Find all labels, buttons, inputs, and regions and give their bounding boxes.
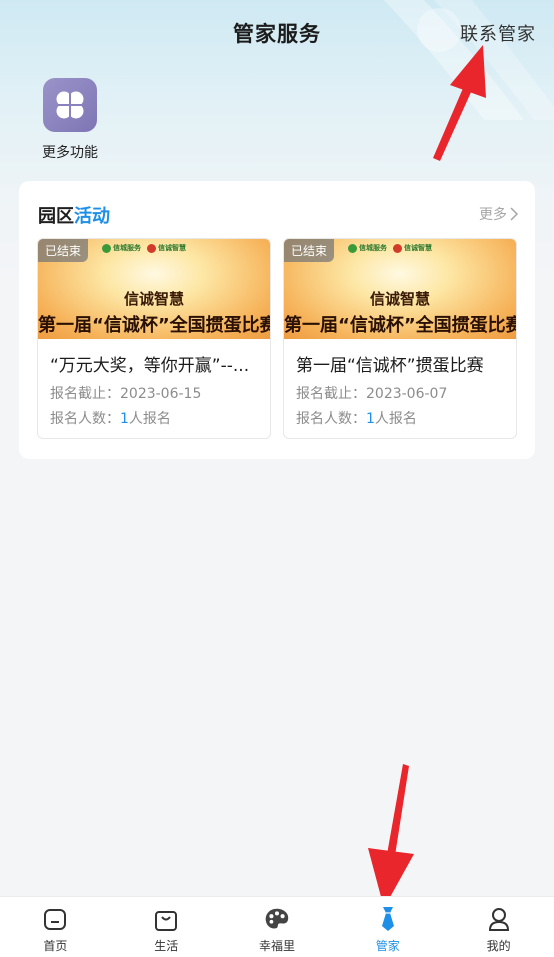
chevron-right-icon bbox=[510, 207, 519, 221]
banner-logos: 信城服务 信诚智慧 bbox=[102, 243, 186, 253]
banner-subtitle: 信诚智慧 bbox=[369, 290, 430, 308]
activity-signup-count: 报名人数：1人报名 bbox=[50, 411, 171, 427]
logo-xincheng-smart: 信诚智慧 bbox=[147, 243, 186, 253]
annotation-arrow-tab bbox=[368, 764, 414, 908]
banner-subtitle: 信诚智慧 bbox=[123, 290, 184, 308]
more-functions-button[interactable]: 更多功能 bbox=[32, 78, 108, 162]
tab-label: 管家 bbox=[375, 939, 400, 953]
user-icon bbox=[486, 906, 512, 932]
status-badge: 已结束 bbox=[38, 239, 89, 262]
clover-icon bbox=[43, 78, 97, 132]
status-badge: 已结束 bbox=[284, 239, 335, 262]
contact-butler-link[interactable]: 联系管家 bbox=[460, 20, 536, 46]
activity-signup-count: 报名人数：1人报名 bbox=[296, 411, 417, 427]
tab-home[interactable]: 首页 bbox=[0, 897, 111, 957]
section-title-prefix: 园区 bbox=[38, 206, 74, 227]
logo-xincheng-smart: 信诚智慧 bbox=[393, 243, 432, 253]
shopping-bag-icon bbox=[153, 906, 179, 932]
tab-label: 幸福里 bbox=[258, 939, 295, 953]
activity-deadline: 报名截止：2023-06-15 bbox=[50, 386, 202, 402]
tab-label: 首页 bbox=[43, 939, 68, 953]
activity-title: “万元大奖，等你开赢”--... bbox=[50, 356, 250, 376]
logo-xincheng-service: 信城服务 bbox=[348, 243, 387, 253]
header: 管家服务 联系管家 bbox=[0, 0, 554, 66]
home-icon bbox=[42, 906, 68, 932]
park-activities-card: 园区活动 更多 已结束 信城服务 信诚智慧 信诚智慧 第一届“信诚杯”全国掼蛋比… bbox=[19, 181, 535, 459]
palette-icon bbox=[264, 906, 290, 932]
activity-banner: 已结束 信城服务 信诚智慧 信诚智慧 第一届“信诚杯”全国掼蛋比赛 bbox=[38, 239, 270, 339]
activity-card-1[interactable]: 已结束 信城服务 信诚智慧 信诚智慧 第一届“信诚杯”全国掼蛋比赛 “万元大奖，… bbox=[37, 238, 271, 439]
more-activities-link[interactable]: 更多 bbox=[479, 204, 519, 224]
banner-title: 第一届“信诚杯”全国掼蛋比赛 bbox=[284, 315, 517, 336]
more-label: 更多 bbox=[479, 207, 507, 223]
tab-label: 生活 bbox=[154, 939, 179, 953]
tab-life[interactable]: 生活 bbox=[111, 897, 222, 957]
tab-mine[interactable]: 我的 bbox=[443, 897, 554, 957]
activity-card-2[interactable]: 已结束 信城服务 信诚智慧 信诚智慧 第一届“信诚杯”全国掼蛋比赛 第一届“信诚… bbox=[283, 238, 517, 439]
banner-title: 第一届“信诚杯”全国掼蛋比赛 bbox=[38, 315, 271, 336]
bottom-tab-bar: 首页 生活 幸福里 管家 我的 bbox=[0, 896, 554, 957]
activity-deadline: 报名截止：2023-06-07 bbox=[296, 386, 448, 402]
logo-xincheng-service: 信城服务 bbox=[102, 243, 141, 253]
tab-label: 我的 bbox=[486, 939, 511, 953]
activity-banner: 已结束 信城服务 信诚智慧 信诚智慧 第一届“信诚杯”全国掼蛋比赛 bbox=[284, 239, 516, 339]
section-title-highlight: 活动 bbox=[74, 206, 110, 227]
tab-butler[interactable]: 管家 bbox=[332, 897, 443, 957]
banner-logos: 信城服务 信诚智慧 bbox=[348, 243, 432, 253]
section-title: 园区活动 bbox=[38, 202, 110, 228]
more-functions-label: 更多功能 bbox=[42, 145, 98, 161]
tie-icon bbox=[375, 906, 401, 932]
tab-happiness[interactable]: 幸福里 bbox=[222, 897, 333, 957]
activity-title: 第一届“信诚杯”掼蛋比赛 bbox=[296, 356, 484, 376]
